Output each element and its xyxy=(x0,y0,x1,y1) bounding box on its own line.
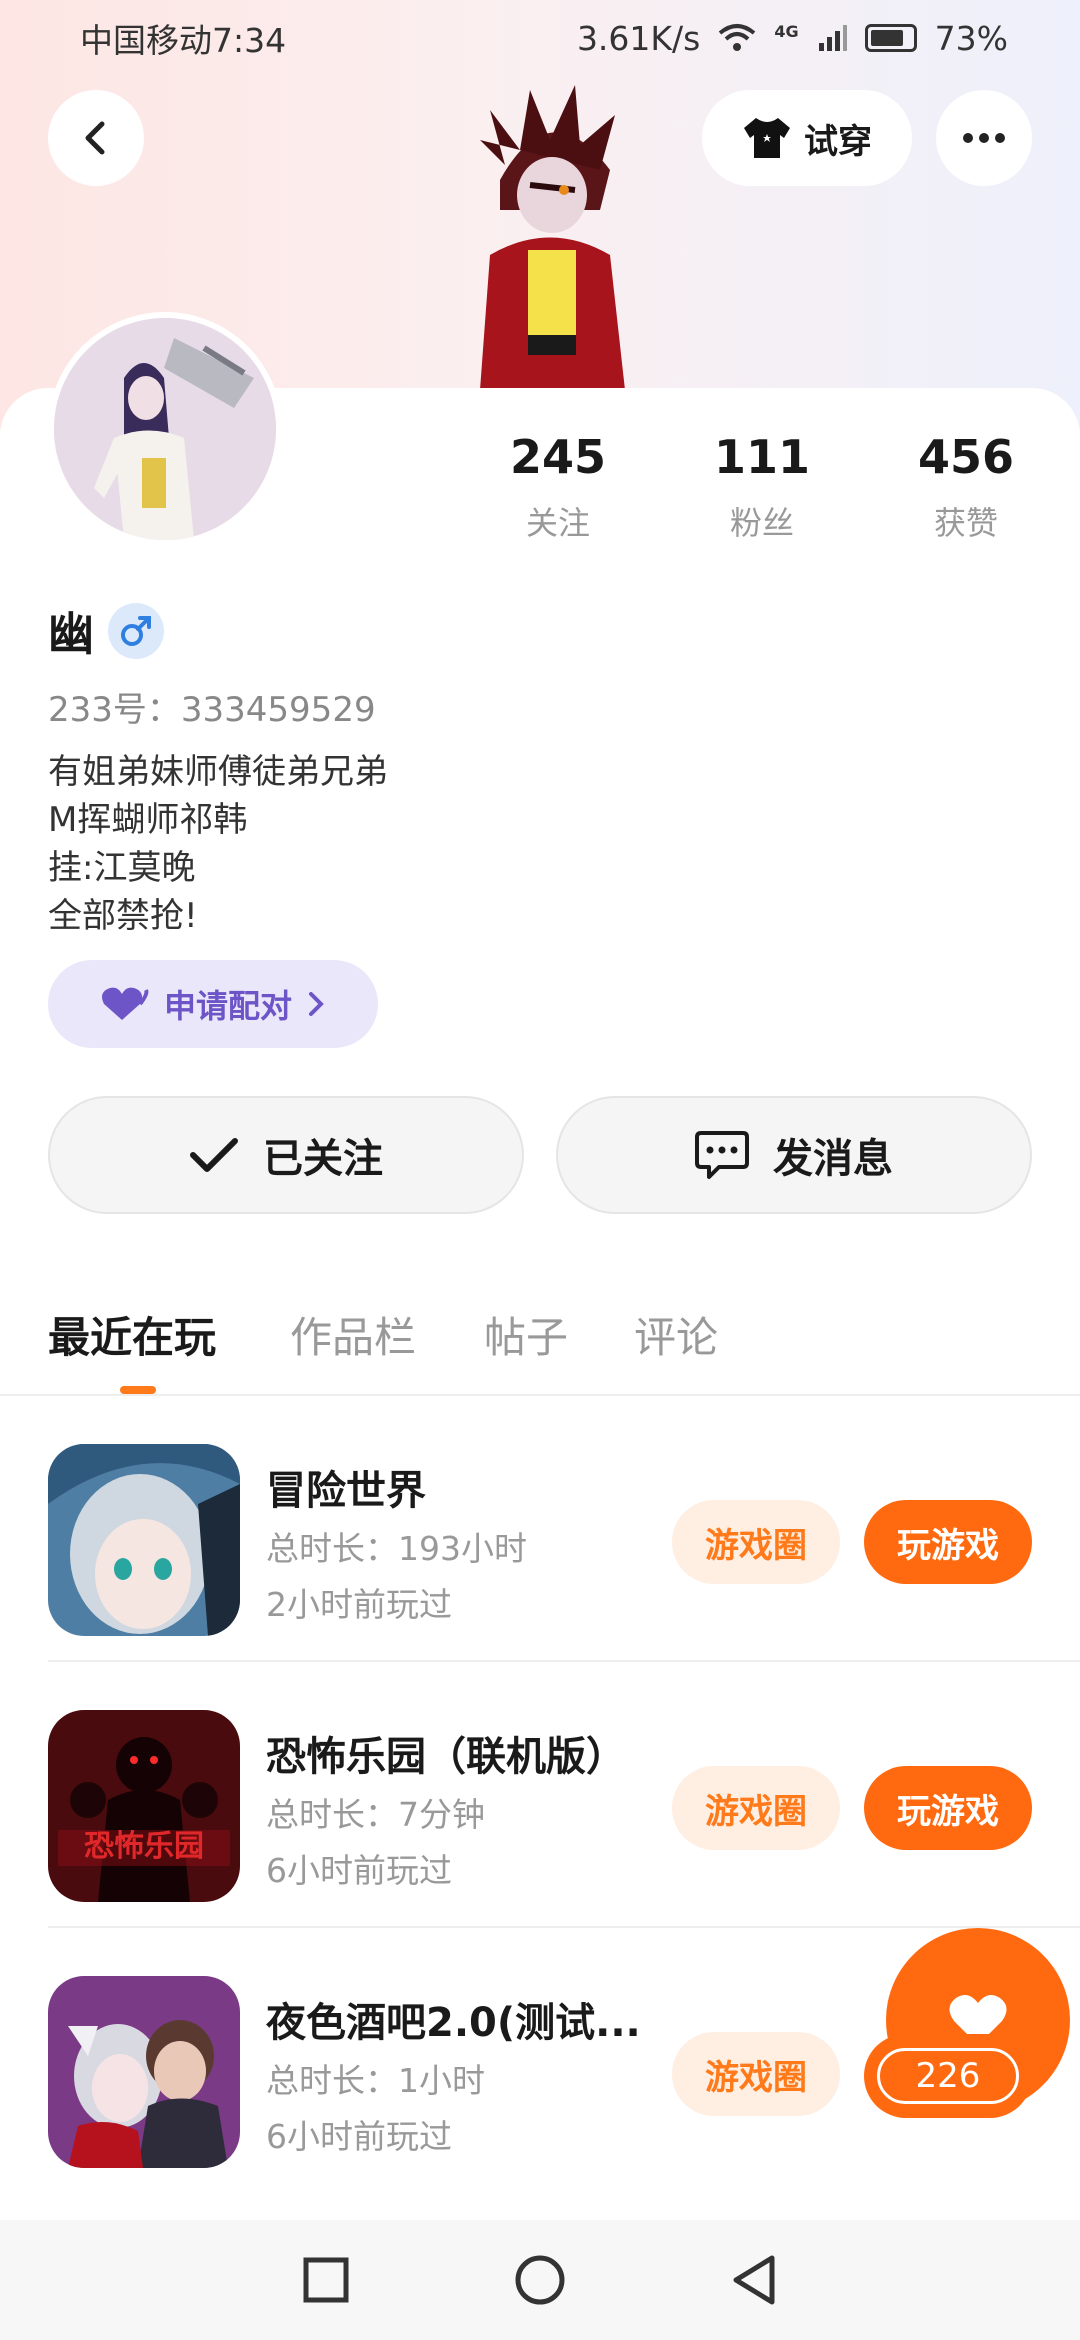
like-count-badge[interactable]: 226 xyxy=(864,2034,1032,2118)
game-circle-button[interactable]: 游戏圈 xyxy=(672,2032,840,2116)
stat-following[interactable]: 245 关注 xyxy=(478,430,638,544)
game-circle-button[interactable]: 游戏圈 xyxy=(672,1500,840,1584)
message-bubble-icon xyxy=(695,1131,749,1179)
game-duration: 总时长：193小时 xyxy=(266,1529,527,1568)
system-navigation-bar xyxy=(0,2220,1080,2340)
try-on-button[interactable]: 试穿 xyxy=(702,90,912,186)
chevron-right-icon xyxy=(309,992,324,1016)
play-game-button[interactable]: 玩游戏 xyxy=(864,1766,1032,1850)
game-title: 冒险世界 xyxy=(266,1468,426,1514)
network-type: 4G xyxy=(774,21,799,41)
check-icon xyxy=(190,1138,238,1172)
tab-posts[interactable]: 帖子 xyxy=(484,1304,568,1365)
bio-line: M挥蝴师祁韩 xyxy=(48,800,248,840)
heart-pair-icon xyxy=(101,987,149,1020)
svg-text:恐怖乐园: 恐怖乐园 xyxy=(84,1829,204,1864)
network-speed: 3.61K/s xyxy=(576,18,701,58)
user-name: 幽 xyxy=(48,607,94,661)
more-dot-icon xyxy=(995,133,1005,143)
stat-following-label: 关注 xyxy=(525,504,590,542)
bio-line: 挂:江莫晚 xyxy=(48,848,196,888)
recent-apps-icon[interactable] xyxy=(302,2256,350,2304)
game-list-item[interactable]: 恐怖乐园 恐怖乐园（联机版） 总时长：7分钟 6小时前玩过 游戏圈 玩游戏 xyxy=(0,1662,1080,1928)
game-icon-adventure-world xyxy=(48,1444,240,1636)
tab-works[interactable]: 作品栏 xyxy=(290,1304,416,1365)
active-tab-indicator xyxy=(120,1386,156,1394)
game-list-item[interactable]: 冒险世界 总时长：193小时 2小时前玩过 游戏圈 玩游戏 xyxy=(0,1396,1080,1662)
stat-followers[interactable]: 111 粉丝 xyxy=(682,430,842,544)
name-row: 幽 xyxy=(48,598,164,664)
stat-likes[interactable]: 456 获赞 xyxy=(886,430,1046,544)
stat-followers-label: 粉丝 xyxy=(729,504,794,542)
tab-comments[interactable]: 评论 xyxy=(634,1304,718,1365)
game-last-played: 6小时前玩过 xyxy=(266,2117,452,2156)
avatar-illustration xyxy=(54,318,276,540)
user-bio: 有姐弟妹师傅徒弟兄弟 M挥蝴师祁韩 挂:江莫晚 全部禁抢! xyxy=(48,748,388,940)
bio-line: 有姐弟妹师傅徒弟兄弟 xyxy=(48,752,388,792)
request-pairing-label: 申请配对 xyxy=(163,987,292,1025)
more-dot-icon xyxy=(963,133,973,143)
shirt-icon xyxy=(744,118,790,158)
more-dot-icon xyxy=(979,133,989,143)
try-on-label: 试穿 xyxy=(804,121,872,162)
wifi-icon xyxy=(719,24,756,51)
game-duration: 总时长：1小时 xyxy=(266,2061,485,2100)
game-circle-button[interactable]: 游戏圈 xyxy=(672,1766,840,1850)
back-button[interactable] xyxy=(48,90,144,186)
followed-label: 已关注 xyxy=(263,1136,383,1182)
user-id: 233号：333459529 xyxy=(48,690,376,730)
game-title: 夜色酒吧2.0(测试... xyxy=(266,2000,641,2046)
character-avatar-image[interactable] xyxy=(460,70,640,390)
send-message-label: 发消息 xyxy=(773,1136,893,1182)
request-pairing-button[interactable]: 申请配对 xyxy=(48,960,378,1048)
status-bar: 中国移动7:34 3.61K/s 4G 73% xyxy=(0,0,1080,76)
tab-recently-played[interactable]: 最近在玩 xyxy=(48,1304,216,1365)
stat-followers-value: 111 xyxy=(713,430,811,484)
game-last-played: 6小时前玩过 xyxy=(266,1851,452,1890)
signal-icon xyxy=(818,25,847,51)
back-triangle-icon[interactable] xyxy=(730,2254,778,2306)
like-count: 226 xyxy=(877,2048,1019,2104)
home-icon[interactable] xyxy=(514,2254,566,2306)
more-options-button[interactable] xyxy=(936,90,1032,186)
send-message-button[interactable]: 发消息 xyxy=(556,1096,1032,1214)
male-gender-icon xyxy=(108,603,164,659)
game-title: 恐怖乐园（联机版） xyxy=(266,1734,626,1780)
game-icon-night-bar xyxy=(48,1976,240,2168)
stat-likes-label: 获赞 xyxy=(933,504,998,542)
game-duration: 总时长：7分钟 xyxy=(266,1795,485,1834)
game-last-played: 2小时前玩过 xyxy=(266,1585,452,1624)
followed-button[interactable]: 已关注 xyxy=(48,1096,524,1214)
battery-level: 73% xyxy=(934,18,1008,58)
battery-icon xyxy=(864,24,917,52)
play-game-button[interactable]: 玩游戏 xyxy=(864,1500,1032,1584)
bio-line: 全部禁抢! xyxy=(48,896,198,936)
user-avatar[interactable] xyxy=(48,312,282,546)
profile-tabs: 最近在玩 作品栏 帖子 评论 xyxy=(0,1290,1080,1396)
carrier-time: 中国移动7:34 xyxy=(80,21,287,60)
chevron-left-icon xyxy=(85,121,105,155)
stat-likes-value: 456 xyxy=(917,430,1015,484)
game-icon-horror-park: 恐怖乐园 xyxy=(48,1710,240,1902)
stat-following-value: 245 xyxy=(509,430,607,484)
